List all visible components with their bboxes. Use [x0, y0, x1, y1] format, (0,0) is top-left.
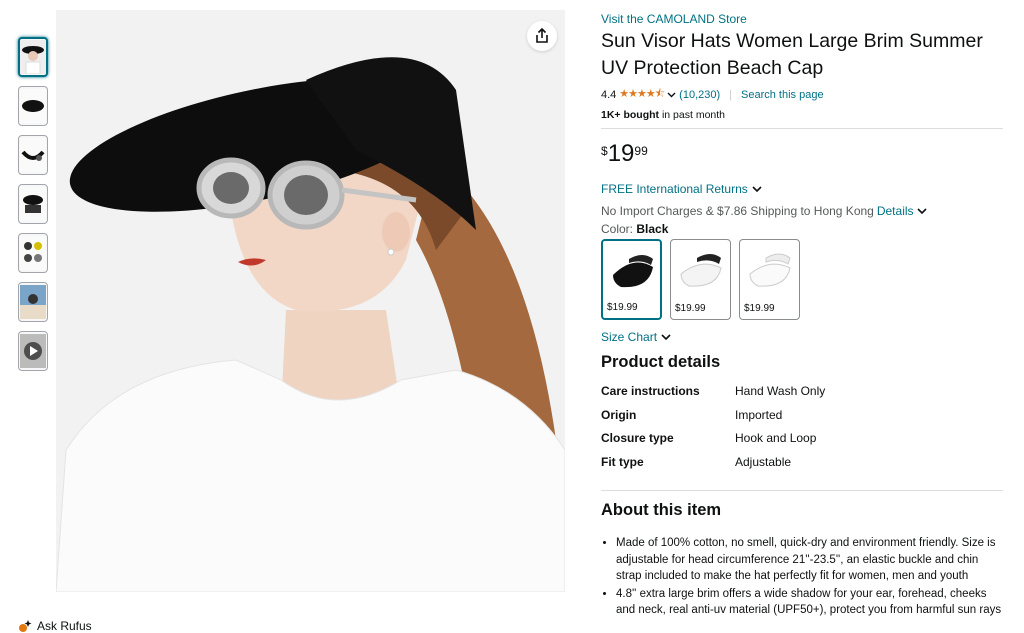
price-symbol: $ — [601, 144, 608, 158]
share-icon — [536, 28, 548, 43]
details-row: Fit type Adjustable — [601, 455, 1003, 479]
details-value: Hand Wash Only — [735, 384, 826, 398]
black-visor-image — [613, 255, 653, 288]
details-key: Care instructions — [601, 384, 700, 398]
shipping-details-link[interactable]: Details — [877, 204, 914, 218]
rating-row: 4.4 ★★★★⯪ (10,230) | Search this page — [601, 85, 1003, 104]
thumbnail-3[interactable] — [18, 135, 48, 175]
store-link[interactable]: Visit the CAMOLAND Store — [601, 12, 1003, 26]
rufus-icon — [19, 620, 32, 632]
price: $ 19 99 — [601, 142, 1003, 166]
color-label: Color: Black — [601, 222, 1003, 236]
color-selected: Black — [636, 222, 669, 236]
details-row: Care instructions Hand Wash Only — [601, 384, 1003, 408]
color-label-text: Color: — [601, 222, 634, 236]
details-value: Hook and Loop — [735, 431, 817, 445]
thumbnail-5[interactable] — [18, 233, 48, 273]
thumbnail-2[interactable] — [18, 86, 48, 126]
ask-rufus-label: Ask Rufus — [37, 619, 92, 633]
share-button[interactable] — [527, 21, 557, 51]
about-heading: About this item — [601, 501, 722, 519]
details-key: Closure type — [601, 431, 674, 445]
thumbnail-4[interactable] — [18, 184, 48, 224]
chevron-down-icon — [661, 333, 671, 340]
swatch-black[interactable]: $19.99 — [601, 239, 662, 320]
about-bullets: Made of 100% cotton, no smell, quick-dry… — [601, 535, 1003, 619]
separator: | — [729, 88, 733, 101]
ask-rufus-button[interactable]: Ask Rufus — [18, 619, 92, 633]
price-fraction: 99 — [634, 144, 648, 158]
swatch-price: $19.99 — [675, 303, 706, 314]
shipping-text: No Import Charges & $7.86 Shipping to Ho… — [601, 204, 874, 218]
thumbnail-list — [18, 37, 52, 380]
details-value: Adjustable — [735, 454, 792, 469]
swatch-price: $19.99 — [744, 303, 775, 314]
product-details-table: Care instructions Hand Wash Only Origin … — [601, 384, 1003, 478]
chevron-down-icon[interactable] — [916, 207, 927, 215]
chevron-down-icon[interactable] — [667, 92, 676, 98]
shipping-info: No Import Charges & $7.86 Shipping to Ho… — [601, 204, 1003, 218]
thumbnail-1[interactable] — [18, 37, 48, 77]
product-info-panel: Visit the CAMOLAND Store Sun Visor Hats … — [601, 10, 1003, 620]
about-bullet: Made of 100% cotton, no smell, quick-dry… — [616, 535, 1003, 585]
swatch-white-black[interactable]: $19.99 — [670, 239, 731, 320]
chevron-down-icon — [752, 185, 762, 192]
bought-count: 1K+ bought — [601, 109, 660, 121]
swatch-price: $19.99 — [607, 302, 638, 313]
free-returns-link[interactable]: FREE International Returns — [601, 182, 1003, 196]
white-visor-image — [680, 254, 722, 287]
product-photo — [56, 10, 565, 592]
rating-value: 4.4 — [601, 88, 617, 101]
ratings-count-link[interactable]: (10,230) — [679, 89, 720, 101]
returns-label: FREE International Returns — [601, 182, 748, 196]
color-swatches: $19.99 $19.99 $19.99 — [601, 239, 1003, 320]
bought-badge: 1K+ bought in past month — [601, 109, 1003, 121]
bought-rest: in past month — [659, 109, 725, 121]
search-this-page-link[interactable]: Search this page — [741, 89, 824, 101]
size-chart-link[interactable]: Size Chart — [601, 330, 1003, 344]
thumbnail-6[interactable] — [18, 282, 48, 322]
star-rating-icon[interactable]: ★★★★⯪ — [619, 85, 665, 104]
product-title: Sun Visor Hats Women Large Brim Summer U… — [601, 30, 983, 79]
about-bullet: 4.8'' extra large brim offers a wide sha… — [616, 586, 1003, 619]
divider — [601, 490, 1003, 491]
swatch-white[interactable]: $19.99 — [739, 239, 800, 320]
details-key: Origin — [601, 407, 637, 422]
details-value: Imported — [735, 407, 783, 422]
price-whole: 19 — [607, 140, 635, 167]
product-details-heading: Product details — [601, 353, 721, 371]
white-visor-image — [749, 253, 791, 287]
main-product-image[interactable] — [56, 10, 565, 592]
details-key: Fit type — [601, 454, 644, 469]
size-chart-label: Size Chart — [601, 330, 658, 344]
details-row: Origin Imported — [601, 408, 1003, 432]
divider — [601, 128, 1003, 129]
thumbnail-video[interactable] — [18, 331, 48, 371]
details-row: Closure type Hook and Loop — [601, 431, 1003, 455]
